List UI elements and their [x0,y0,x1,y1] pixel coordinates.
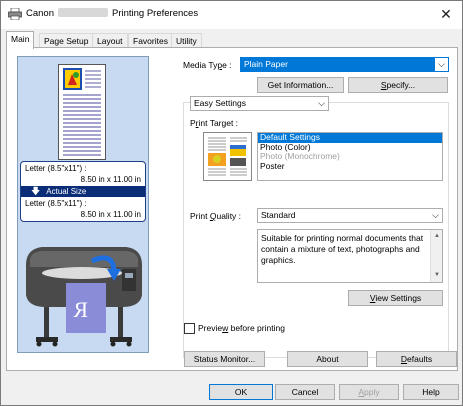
print-quality-dropdown[interactable]: Standard ⌵ [257,208,443,223]
page-preview-thumbnail [58,64,106,160]
large-format-printer-illustration: R [26,247,142,347]
print-target-thumbnail [203,132,252,181]
tab-main[interactable]: Main [6,31,35,49]
get-information-button[interactable]: Get Information... [257,77,344,93]
paper-size-info: Letter (8.5"x11") : 8.50 in x 11.00 in 🡇… [20,161,146,222]
window-title: Canon Printing Preferences [26,8,198,19]
media-type-label: Media Type : [183,60,232,70]
title-brand: Canon [26,8,54,19]
scroll-down-icon[interactable]: ▼ [431,270,443,281]
chevron-down-icon: ⌵ [435,58,448,71]
defaults-button[interactable]: Defaults [376,351,457,367]
view-settings-button[interactable]: View Settings [348,290,443,306]
redacted-model-name [58,8,108,17]
print-quality-label: Print Quality : [190,211,242,221]
status-monitor-button[interactable]: Status Monitor... [184,351,265,367]
svg-text:R: R [73,297,88,322]
output-paper-size: Letter (8.5"x11") : [25,199,87,208]
scroll-up-icon[interactable]: ▲ [431,231,443,242]
print-quality-value: Standard [261,210,296,220]
chevron-down-icon: ⌵ [432,210,439,220]
actual-size-label: Actual Size [46,187,87,196]
tab-layout[interactable]: Layout [92,33,128,48]
printer-icon [8,8,22,20]
settings-mode-dropdown[interactable]: Easy Settings ⌵ [190,96,329,111]
tab-utility[interactable]: Utility [171,33,202,48]
tab-page-setup[interactable]: Page Setup [39,33,94,48]
list-item[interactable]: Poster [258,161,442,172]
output-paper-dimensions: 8.50 in x 11.00 in [80,210,141,219]
print-target-list[interactable]: Default Settings Photo (Color) Photo (Mo… [257,132,443,181]
printing-preferences-dialog: Canon Printing Preferences ✕ Main Page Se… [0,0,463,406]
media-type-value: Plain Paper [244,59,288,69]
list-item: Photo (Monochrome) [260,151,340,161]
close-icon[interactable]: ✕ [436,4,456,24]
preview-before-printing-label[interactable]: Preview before printing [198,323,285,333]
media-type-dropdown[interactable]: Plain Paper ⌵ [240,57,449,72]
input-paper-size: Letter (8.5"x11") : [25,164,87,173]
tab-favorites[interactable]: Favorites [128,33,173,48]
preview-area: Letter (8.5"x11") : 8.50 in x 11.00 in 🡇… [17,56,149,353]
chevron-down-icon: ⌵ [318,98,325,108]
cancel-button[interactable]: Cancel [275,384,335,400]
title-suffix: Printing Preferences [112,8,199,19]
apply-button: Apply [339,384,399,400]
actual-size-bar: 🡇 Actual Size [21,186,145,197]
document-preview-icon [208,137,247,176]
specify-button[interactable]: Specify... [348,77,448,93]
print-target-label: Print Target : [190,118,239,128]
description-scrollbar[interactable]: ▲ ▼ [430,230,442,282]
help-button[interactable]: Help [403,384,459,400]
title-bar: Canon Printing Preferences ✕ [1,1,462,29]
preview-before-printing-checkbox[interactable] [184,323,195,334]
input-paper-dimensions: 8.50 in x 11.00 in [80,175,141,184]
document-preview-icon [63,68,101,156]
settings-description: Suitable for printing normal documents t… [257,229,443,283]
about-button[interactable]: About [287,351,368,367]
ok-button[interactable]: OK [209,384,273,400]
down-arrow-icon: 🡇 [31,186,41,196]
description-text: Suitable for printing normal documents t… [261,233,424,265]
settings-mode-value: Easy Settings [194,98,246,108]
